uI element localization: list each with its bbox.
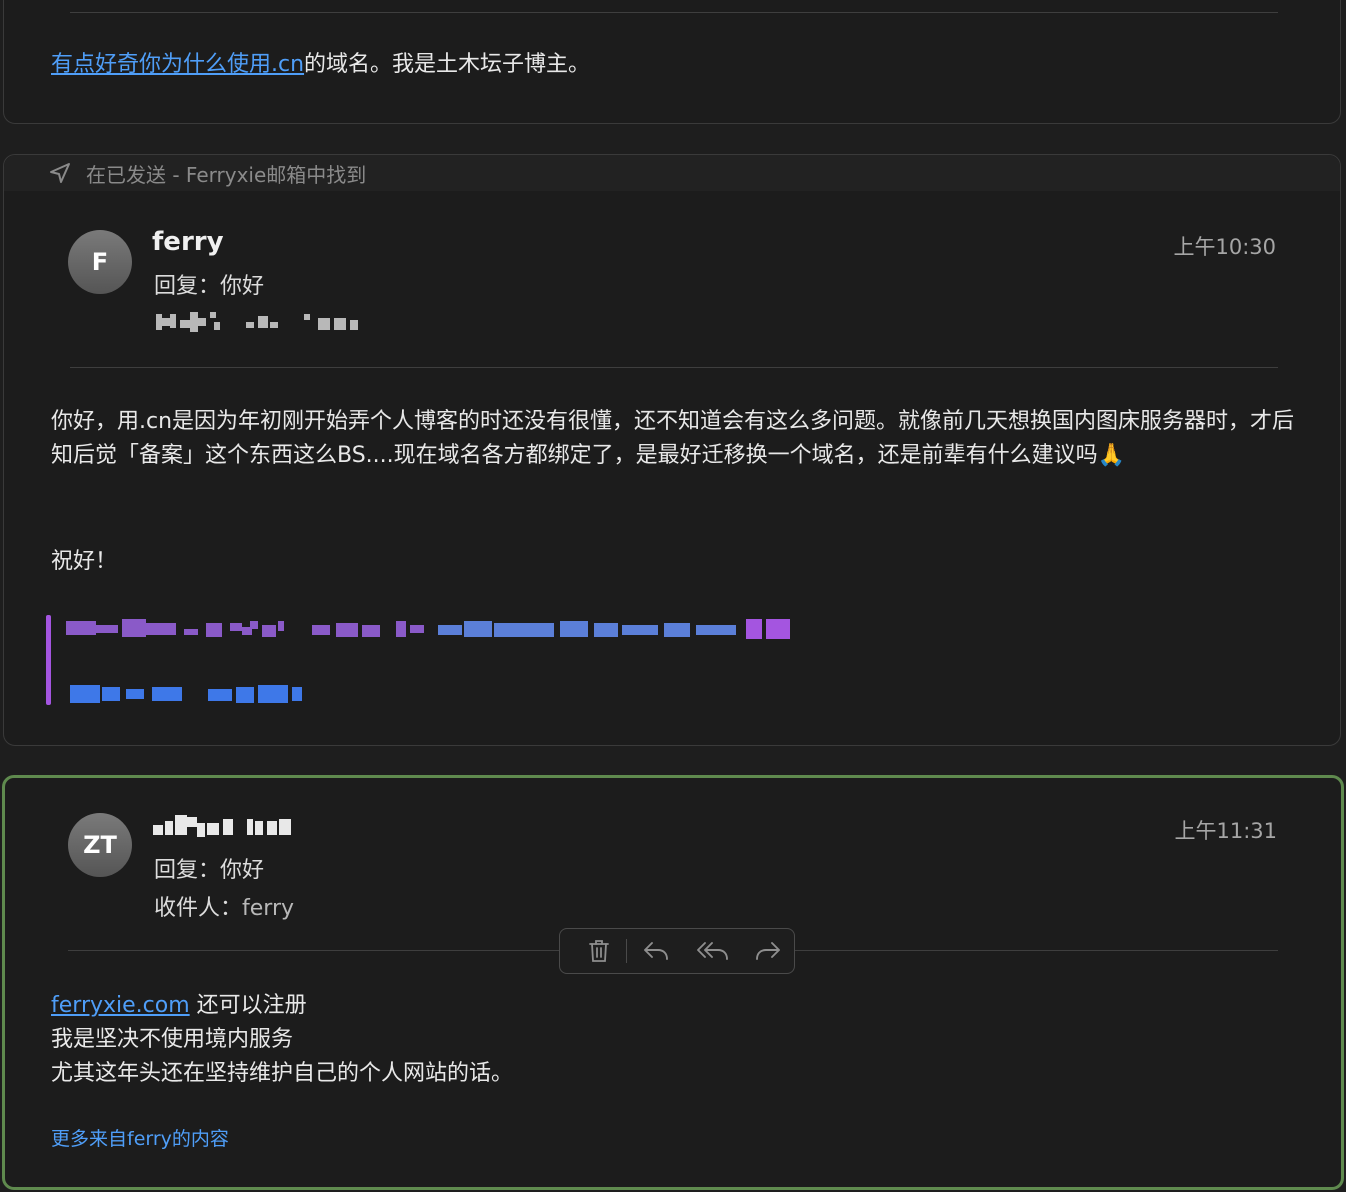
header-divider xyxy=(70,12,1278,13)
recipient-line: 收件人：ferry xyxy=(154,890,294,922)
found-in-label: 在已发送 - Ferryxie邮箱中找到 xyxy=(86,162,367,187)
reply-button[interactable] xyxy=(641,936,671,966)
toolbar-separator xyxy=(626,939,627,963)
sign-off: 祝好！ xyxy=(51,549,118,574)
body-link[interactable]: ferryxie.com xyxy=(51,993,190,1018)
avatar: F xyxy=(68,230,132,294)
forward-button[interactable] xyxy=(753,936,783,966)
avatar-initial: ZT xyxy=(83,831,117,859)
timestamp: 上午10:30 xyxy=(1173,235,1276,259)
avatar: ZT xyxy=(68,813,132,877)
message-body: 有点好奇你为什么使用.cn的域名。我是土木坛子博主。 xyxy=(51,48,590,82)
quote-bar xyxy=(46,615,51,705)
found-in-bar: 在已发送 - Ferryxie邮箱中找到 xyxy=(4,155,1340,191)
redacted-sender-name[interactable] xyxy=(151,813,301,843)
subject-line: 回复：你好 xyxy=(154,274,265,299)
message-card-3-selected[interactable]: ZT 回复：你好 收件人：ferry 上午11:31 ferryxie.com … xyxy=(2,775,1344,1190)
more-from-sender-link[interactable]: 更多来自ferry的内容 xyxy=(51,1124,229,1151)
body-line-1: ferryxie.com 还可以注册 xyxy=(51,989,513,1023)
timestamp: 上午11:31 xyxy=(1174,819,1277,843)
reply-icon xyxy=(644,942,668,960)
paper-plane-icon xyxy=(50,163,70,183)
redacted-email xyxy=(156,312,358,332)
message-card-2[interactable]: 在已发送 - Ferryxie邮箱中找到 F ferry 回复：你好 上午10:… xyxy=(3,154,1341,746)
trash-icon xyxy=(589,940,609,962)
body-link[interactable]: 有点好奇你为什么使用.cn xyxy=(51,52,304,77)
body-text: 的域名。我是土木坛子博主。 xyxy=(304,52,591,77)
message-body: 你好，用.cn是因为年初刚开始弄个人博客的时还没有很懂，还不知道会有这么多问题。… xyxy=(51,409,1295,468)
message-action-toolbar xyxy=(559,928,795,974)
forward-icon xyxy=(756,942,780,960)
message-body: ferryxie.com 还可以注册 我是坚决不使用境内服务 尤其这年头还在坚持… xyxy=(51,989,513,1091)
recipient-name[interactable]: ferry xyxy=(242,896,294,921)
recipient-label: 收件人： xyxy=(154,896,243,921)
avatar-initial: F xyxy=(91,248,109,276)
message-card-1[interactable]: 有点好奇你为什么使用.cn的域名。我是土木坛子博主。 xyxy=(3,0,1341,124)
body-line-2: 我是坚决不使用境内服务 xyxy=(51,1027,294,1052)
subject-line: 回复：你好 xyxy=(154,858,265,883)
redacted-quoted-text xyxy=(66,619,790,703)
delete-button[interactable] xyxy=(584,936,614,966)
body-text: 还可以注册 xyxy=(189,993,307,1018)
body-line-3: 尤其这年头还在坚持维护自己的个人网站的话。 xyxy=(51,1061,514,1086)
reply-all-icon xyxy=(697,942,728,960)
reply-all-button[interactable] xyxy=(695,936,731,966)
header-divider xyxy=(70,367,1278,368)
sender-name[interactable]: ferry xyxy=(152,227,224,257)
